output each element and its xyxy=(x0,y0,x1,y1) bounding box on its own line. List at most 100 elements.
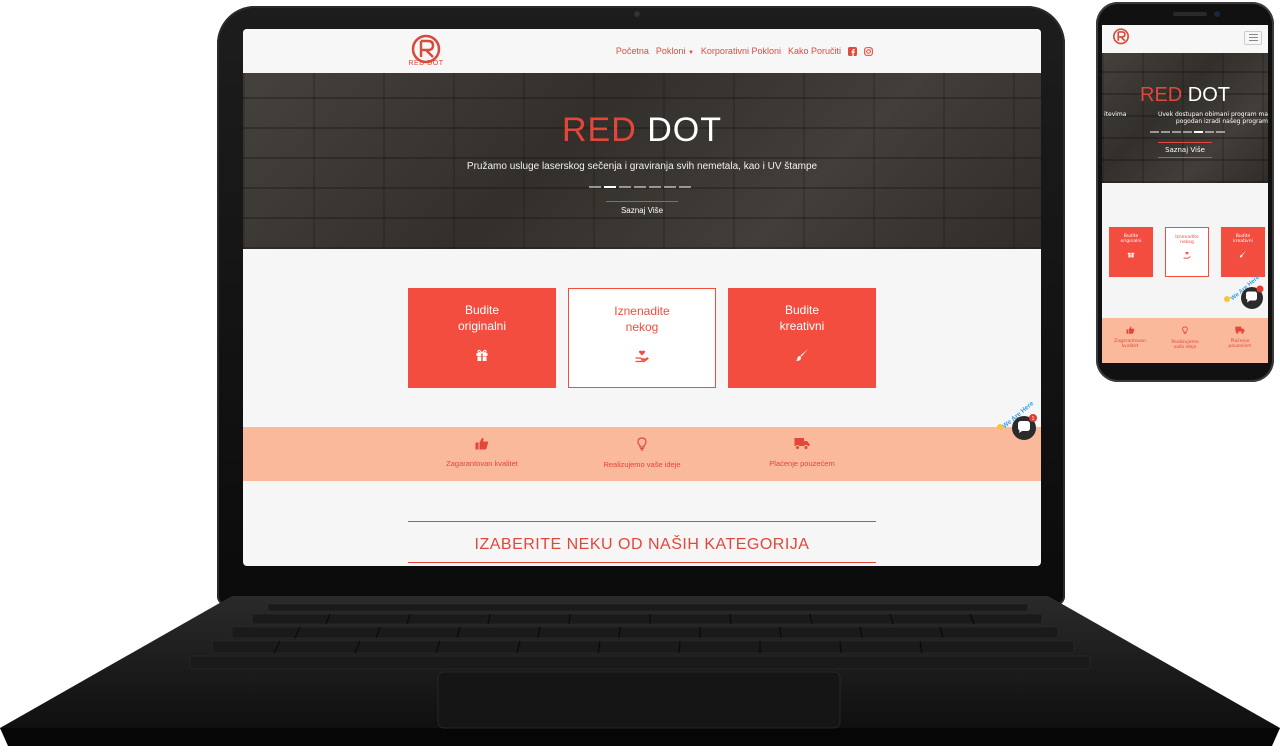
carousel-indicator[interactable] xyxy=(1172,131,1181,133)
mobile-subtitle-right: Uvek dostupan obimani program ma pogodan… xyxy=(1156,111,1268,125)
carousel-indicator[interactable] xyxy=(1183,131,1192,133)
feature-line: kvalitet xyxy=(1121,344,1139,349)
carousel-indicator[interactable] xyxy=(589,186,601,188)
mobile-subtitle-line: Uvek dostupan obimani program ma xyxy=(1157,111,1268,118)
mobile-hero: RED DOT itevima Uvek dostupan obimani pr… xyxy=(1102,53,1268,183)
hero-subtitle: Pružamo usluge laserskog sečenja i gravi… xyxy=(466,161,818,172)
mobile-hero-title: RED DOT xyxy=(1140,84,1230,107)
carousel-indicator[interactable] xyxy=(1150,131,1159,133)
notification-badge xyxy=(1256,285,1264,293)
camera-dot xyxy=(634,11,640,17)
feature-delivery: Plaćenje pouzećem xyxy=(737,437,867,468)
nav-item-kako-poruciti[interactable]: Kako Poručiti xyxy=(788,46,841,56)
card-budite-kreativni[interactable]: Budite kreativni xyxy=(728,288,876,388)
truck-icon xyxy=(794,438,810,450)
mobile-chat-widget[interactable]: We Are Here xyxy=(1222,276,1266,310)
feature-quality: Zagarantovan kvalitet xyxy=(417,437,547,468)
feature-cards: Budite originalni Iznenadite nekog Budit… xyxy=(408,288,876,388)
features-bar: Zagarantovan kvalitet Realizujemo vaše i… xyxy=(243,427,1041,481)
mobile-feature-delivery: Plaćenje pouzećem xyxy=(1218,326,1262,349)
carousel-indicator[interactable] xyxy=(634,186,646,188)
thumbs-up-icon xyxy=(1126,326,1134,334)
nav-item-korporativni-pokloni[interactable]: Korporativni Pokloni xyxy=(701,46,781,56)
hero-title-white: DOT xyxy=(647,111,723,149)
feature-label: Plaćenje pouzećem xyxy=(769,459,835,468)
hero-title-red: RED xyxy=(561,111,637,149)
truck-icon xyxy=(1235,326,1245,334)
wave-hand-icon xyxy=(997,424,1003,430)
card-budite-originalni[interactable]: Budite originalni xyxy=(408,288,556,388)
mobile-saznaj-vise-button[interactable]: Saznaj Više xyxy=(1158,142,1212,158)
brush-icon xyxy=(1239,250,1247,258)
mobile-card-nekog[interactable]: Iznenadite nekog xyxy=(1165,227,1209,277)
red-dot-logo[interactable] xyxy=(1110,27,1132,49)
card-line2: kreativni xyxy=(779,319,825,333)
mobile-features-bar: Zagarantovan kvalitet Realizujemo vaše i… xyxy=(1102,318,1268,363)
nav-item-pokloni[interactable]: Pokloni ▼ xyxy=(656,46,694,56)
mobile-card-kreativni[interactable]: Budite kreativni xyxy=(1221,227,1265,277)
navbar: RED DOT Početna Pokloni ▼ Korporativni P… xyxy=(243,29,1041,73)
mobile-feature-cards: Budite originalni Iznenadite nekog Budit… xyxy=(1109,227,1265,277)
wave-hand-icon xyxy=(1224,296,1230,302)
mobile-carousel-indicators xyxy=(1150,131,1225,133)
lightbulb-icon xyxy=(1182,326,1188,334)
card-line1: Budite xyxy=(464,303,500,317)
carousel-indicator[interactable] xyxy=(604,186,616,188)
carousel-indicators xyxy=(589,186,691,188)
carousel-indicator[interactable] xyxy=(1216,131,1225,133)
nav-item-pokloni-label: Pokloni xyxy=(655,46,686,56)
carousel-indicator[interactable] xyxy=(1205,131,1214,133)
mobile-navbar xyxy=(1102,25,1268,53)
carousel-indicator[interactable] xyxy=(1161,131,1170,133)
card-iznenadite-nekog[interactable]: Iznenadite nekog xyxy=(568,288,716,388)
phone-screen: RED DOT itevima Uvek dostupan obimani pr… xyxy=(1102,25,1268,363)
mobile-feature-ideas: Realizujemo vaše ideje xyxy=(1163,326,1207,350)
feature-label: Zagarantovan kvalitet xyxy=(446,459,518,468)
hero-carousel: RED DOT Pružamo usluge laserskog sečenja… xyxy=(243,73,1041,249)
category-bottom-line xyxy=(408,562,876,563)
saznaj-vise-button[interactable]: Saznaj Više xyxy=(606,201,678,220)
gift-icon xyxy=(476,349,488,361)
laptop-keyboard-base xyxy=(0,596,1280,746)
carousel-indicator[interactable] xyxy=(679,186,691,188)
mobile-subtitle-line: pogodan izradi našeg program xyxy=(1175,118,1268,125)
heart-hand-icon xyxy=(1183,251,1191,259)
mobile-card-originalni[interactable]: Budite originalni xyxy=(1109,227,1153,277)
hamburger-menu-icon[interactable] xyxy=(1244,31,1262,45)
feature-label: Realizujemo vaše ideje xyxy=(603,460,681,469)
lightbulb-icon xyxy=(637,437,647,451)
caret-down-icon: ▼ xyxy=(687,50,694,56)
facebook-icon[interactable] xyxy=(848,46,857,56)
heart-hand-icon xyxy=(635,350,649,363)
gift-icon xyxy=(1127,252,1135,258)
feature-line: vaše ideje xyxy=(1173,345,1197,350)
laptop-screen: RED DOT Početna Pokloni ▼ Korporativni P… xyxy=(243,29,1041,566)
feature-line: pouzećem xyxy=(1228,344,1252,349)
instagram-icon[interactable] xyxy=(864,46,873,56)
mobile-feature-quality: Zagarantovan kvalitet xyxy=(1108,326,1152,349)
card-line2: originalni xyxy=(457,319,507,333)
card-line2: nekog xyxy=(625,320,659,334)
carousel-indicator[interactable] xyxy=(664,186,676,188)
brush-icon xyxy=(796,349,808,361)
carousel-indicator[interactable] xyxy=(1194,131,1203,133)
mobile-title-white: DOT xyxy=(1187,84,1231,106)
card-line1: Iznenadite xyxy=(614,304,670,318)
notification-count: 1 xyxy=(1031,416,1034,422)
thumbs-up-icon xyxy=(475,437,489,450)
card-line1: Budite xyxy=(784,303,820,317)
card-line2: originalni xyxy=(1120,239,1142,244)
chat-widget[interactable]: We Are Here 1 xyxy=(996,400,1038,442)
carousel-indicator[interactable] xyxy=(649,186,661,188)
card-line2: kreativni xyxy=(1233,239,1253,244)
nav-item-pocetna[interactable]: Početna xyxy=(616,46,649,56)
mobile-title-red: RED xyxy=(1140,84,1183,106)
carousel-indicator[interactable] xyxy=(619,186,631,188)
logo-text: RED DOT xyxy=(408,60,444,67)
category-top-line xyxy=(408,521,876,522)
card-line2: nekog xyxy=(1180,240,1194,245)
phone-speaker xyxy=(1173,12,1207,16)
mobile-subtitle-left: itevima xyxy=(1104,111,1127,118)
categories-heading: IZABERITE NEKU OD NAŠIH KATEGORIJA xyxy=(474,536,810,553)
nav-links: Početna Pokloni ▼ Korporativni Pokloni K… xyxy=(616,46,873,56)
